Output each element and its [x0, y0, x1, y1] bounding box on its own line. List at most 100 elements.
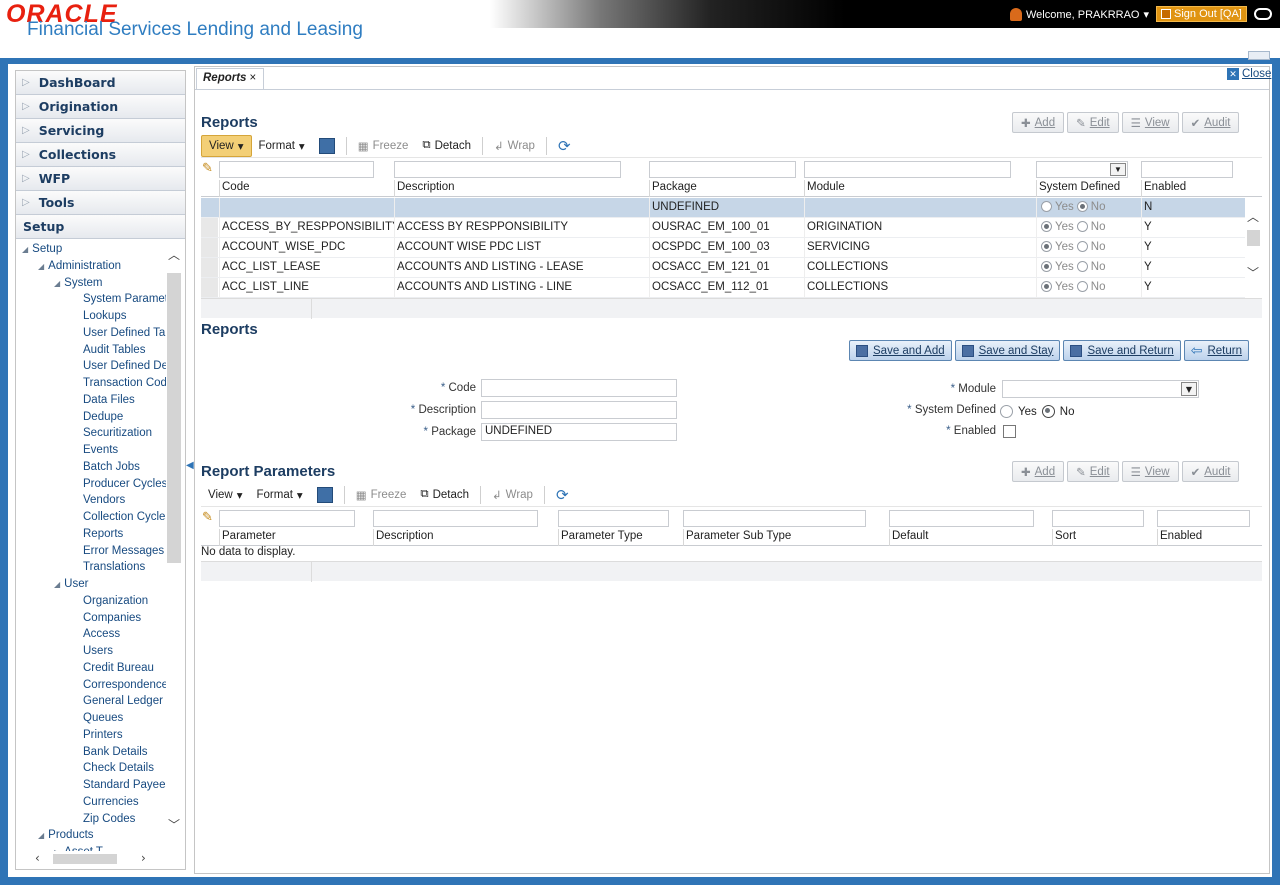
tree-item-audit-tables[interactable]: Audit Tables	[83, 344, 145, 356]
enabled-checkbox[interactable]	[1003, 425, 1016, 438]
column-header-enabled[interactable]: Enabled	[1141, 180, 1245, 197]
filter-enabled[interactable]	[1141, 161, 1233, 178]
module-select[interactable]: ▼	[1002, 380, 1199, 398]
tree-item-general-ledger[interactable]: General Ledger	[83, 695, 163, 707]
tree-item-setup[interactable]: ◢ Setup	[22, 243, 62, 255]
table-row[interactable]: ACC_LIST_LEASE ACCOUNTS AND LISTING - LEA…	[201, 258, 1245, 278]
tree-item-correspondence[interactable]: Correspondence	[83, 679, 166, 691]
scroll-down-icon[interactable]: ﹀	[1247, 264, 1259, 281]
audit-button[interactable]: ✔ Audit	[1181, 461, 1240, 482]
expand-triangle-icon[interactable]: ◢	[38, 262, 44, 271]
add-button[interactable]: ✚ Add	[1012, 461, 1065, 482]
tree-item-error-messages[interactable]: Error Messages	[83, 545, 164, 557]
wrap-button[interactable]: ↲ Wrap	[487, 135, 542, 157]
refresh-button[interactable]: ⟳	[551, 135, 578, 157]
tree-item-data-files[interactable]: Data Files	[83, 394, 135, 406]
tree-item-currencies[interactable]: Currencies	[83, 796, 139, 808]
add-button[interactable]: ✚ Add	[1012, 112, 1065, 133]
tree-item-user[interactable]: ◢ User	[54, 578, 88, 590]
clear-filter-icon[interactable]: ✎	[202, 509, 213, 525]
tree-item-administration[interactable]: ◢ Administration	[38, 260, 121, 272]
detach-button[interactable]: ⧉ Detach	[413, 484, 476, 506]
tree-item-collection-cycles[interactable]: Collection Cycles	[83, 511, 166, 523]
column-header-sort[interactable]: Sort	[1052, 529, 1157, 546]
tree-item-reports[interactable]: Reports	[83, 528, 123, 540]
tree-item-user-defined-tab[interactable]: User Defined Tab	[83, 327, 166, 339]
scroll-up-icon[interactable]: ︿	[1247, 208, 1259, 225]
filter-parameter[interactable]	[219, 510, 355, 527]
column-header-parameter-sub-type[interactable]: Parameter Sub Type	[683, 529, 889, 546]
scroll-down-icon[interactable]: ﹀	[168, 816, 180, 833]
accordion-dashboard[interactable]: ▷ DashBoard	[16, 71, 185, 95]
scroll-left-icon[interactable]: ‹	[35, 851, 40, 865]
audit-button[interactable]: ✔ Audit	[1181, 112, 1240, 133]
query-by-example-button[interactable]	[312, 135, 342, 157]
view-menu[interactable]: View ▾	[201, 484, 250, 506]
expand-triangle-icon[interactable]: ◢	[38, 831, 44, 840]
column-header-description[interactable]: Description	[373, 529, 558, 546]
tab-reports[interactable]: Reports ×	[196, 68, 264, 90]
tree-horizontal-scrollbar[interactable]: ‹ ›	[17, 851, 184, 867]
tree-item-lookups[interactable]: Lookups	[83, 310, 126, 322]
filter-enabled[interactable]	[1157, 510, 1250, 527]
save-and-add-button[interactable]: Save and Add	[849, 340, 952, 361]
tree-item-check-details[interactable]: Check Details	[83, 762, 154, 774]
column-header-package[interactable]: Package	[649, 180, 804, 197]
tab-close-icon[interactable]: ×	[249, 72, 256, 84]
tree-item-system-paramete[interactable]: System Paramete	[83, 293, 166, 305]
column-header-enabled[interactable]: Enabled	[1157, 529, 1262, 546]
filter-description[interactable]	[373, 510, 538, 527]
scroll-thumb[interactable]	[1247, 230, 1260, 246]
column-header-parameter[interactable]: Parameter	[219, 529, 373, 546]
tree-item-users[interactable]: Users	[83, 645, 113, 657]
format-menu[interactable]: Format ▾	[252, 135, 312, 157]
view-menu[interactable]: View ▾	[201, 134, 252, 157]
column-header-description[interactable]: Description	[394, 180, 649, 197]
freeze-button[interactable]: ▦ Freeze	[351, 135, 416, 157]
tree-item-user-defined-def[interactable]: User Defined Def	[83, 360, 166, 372]
tree-item-standard-payees[interactable]: Standard Payees	[83, 779, 166, 791]
system-defined-yes-radio[interactable]	[1000, 405, 1013, 418]
clear-filter-icon[interactable]: ✎	[202, 160, 213, 176]
user-menu[interactable]: Welcome, PRAKRRAO ▾	[1010, 8, 1149, 21]
package-input[interactable]: UNDEFINED	[481, 423, 677, 441]
save-and-return-button[interactable]: Save and Return	[1063, 340, 1181, 361]
table-row[interactable]: ACC_LIST_LINE ACCOUNTS AND LISTING - LINE…	[201, 278, 1245, 298]
code-input[interactable]	[481, 379, 677, 397]
filter-module[interactable]	[804, 161, 1011, 178]
column-header-system-defined[interactable]: System Defined	[1036, 180, 1141, 197]
filter-sort[interactable]	[1052, 510, 1144, 527]
scroll-thumb-h[interactable]	[53, 854, 117, 864]
tree-item-organization[interactable]: Organization	[83, 595, 148, 607]
system-defined-no-radio[interactable]	[1041, 405, 1055, 418]
format-menu[interactable]: Format ▾	[250, 484, 310, 506]
accordion-wfp[interactable]: ▷ WFP	[16, 167, 185, 191]
help-icon[interactable]	[1254, 8, 1272, 20]
tree-item-queues[interactable]: Queues	[83, 712, 123, 724]
filter-default[interactable]	[889, 510, 1034, 527]
accordion-collections[interactable]: ▷ Collections	[16, 143, 185, 167]
accordion-servicing[interactable]: ▷ Servicing	[16, 119, 185, 143]
filter-code[interactable]	[219, 161, 374, 178]
scroll-right-icon[interactable]: ›	[141, 851, 146, 865]
tree-item-zip-codes[interactable]: Zip Codes	[83, 813, 135, 825]
edit-button[interactable]: ✎ Edit	[1067, 461, 1119, 482]
tree-item-credit-bureau[interactable]: Credit Bureau	[83, 662, 154, 674]
freeze-button[interactable]: ▦ Freeze	[349, 484, 414, 506]
table-row[interactable]: UNDEFINED Yes No N	[201, 198, 1245, 218]
tree-item-dedupe[interactable]: Dedupe	[83, 411, 123, 423]
detach-button[interactable]: ⧉ Detach	[415, 135, 478, 157]
tree-item-translations[interactable]: Translations	[83, 561, 145, 573]
expand-triangle-icon[interactable]: ◢	[54, 580, 60, 589]
close-button[interactable]: ✕ Close	[1227, 68, 1271, 80]
tree-item-batch-jobs[interactable]: Batch Jobs	[83, 461, 140, 473]
tree-item-printers[interactable]: Printers	[83, 729, 123, 741]
column-header-code[interactable]: Code	[219, 180, 394, 197]
filter-parameter-sub-type[interactable]	[683, 510, 866, 527]
view-button[interactable]: ☰ View	[1121, 461, 1179, 482]
tree-item-vendors[interactable]: Vendors	[83, 494, 125, 506]
tree-item-access[interactable]: Access	[83, 628, 120, 640]
query-by-example-button[interactable]	[310, 484, 340, 506]
tree-item-companies[interactable]: Companies	[83, 612, 141, 624]
save-and-stay-button[interactable]: Save and Stay	[954, 340, 1061, 361]
